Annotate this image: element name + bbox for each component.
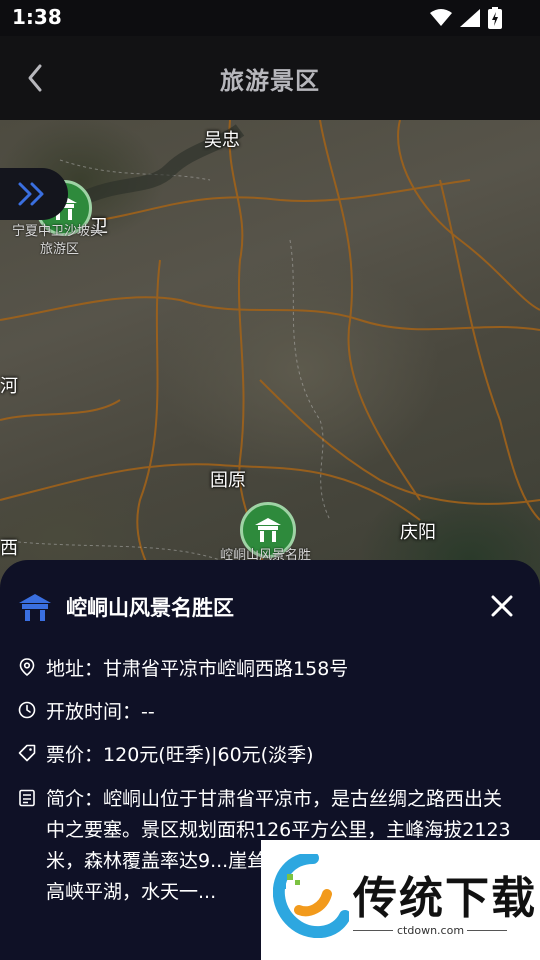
hours-label: 开放时间： [46, 701, 142, 723]
price-row: 票价：120元(旺季)|60元(淡季) [18, 740, 314, 767]
location-pin-icon [19, 658, 35, 676]
clock-icon [18, 701, 36, 719]
status-time: 1:38 [12, 5, 62, 29]
watermark: 传统下载 ctdown.com [261, 840, 540, 960]
price-label: 票价： [46, 744, 104, 766]
document-icon [19, 789, 35, 807]
battery-icon [488, 7, 502, 29]
expand-list-button[interactable] [0, 168, 68, 220]
watermark-text: 传统下载 [353, 873, 537, 924]
poi-label-shapotou-line1: 宁夏中卫沙坡头 [12, 224, 104, 239]
close-button[interactable] [490, 594, 514, 618]
watermark-divider [467, 930, 507, 931]
map-label-guyuan: 固原 [210, 470, 246, 491]
watermark-divider [353, 930, 393, 931]
scenic-title: 崆峒山风景名胜区 [66, 596, 234, 620]
map-view[interactable]: 吴忠 固原 庆阳 河 西 卫 宁夏中卫沙坡头 旅游区 崆峒山风景名胜 [0, 120, 540, 590]
map-label-he: 河 [0, 376, 18, 397]
map-label-qingyang: 庆阳 [400, 522, 436, 543]
status-bar: 1:38 [0, 0, 540, 36]
price-value: 120元(旺季)|60元(淡季) [103, 744, 314, 766]
double-chevron-right-icon [18, 182, 44, 206]
watermark-url: ctdown.com [397, 924, 465, 937]
price-tag-icon [18, 744, 36, 762]
address-value: 甘肃省平凉市崆峒西路158号 [103, 658, 349, 680]
app-bar: 旅游景区 [0, 36, 540, 120]
scenic-spot-icon [19, 594, 51, 621]
map-label-wuzhong: 吴忠 [204, 130, 240, 151]
map-label-xi: 西 [0, 538, 18, 559]
signal-icon [460, 9, 480, 27]
page-title: 旅游景区 [220, 67, 320, 95]
intro-label: 简介： [46, 788, 104, 810]
pavilion-icon [255, 518, 281, 542]
poi-label-shapotou-line2: 旅游区 [40, 242, 80, 257]
address-row: 地址：甘肃省平凉市崆峒西路158号 [18, 654, 348, 681]
wifi-icon [430, 9, 452, 26]
watermark-logo-icon [273, 854, 349, 938]
hours-row: 开放时间：-- [18, 697, 155, 724]
sheet-header: 崆峒山风景名胜区 [18, 592, 234, 622]
status-icons [430, 7, 502, 29]
hours-value: -- [141, 701, 155, 723]
close-icon [491, 595, 513, 617]
address-label: 地址： [46, 658, 104, 680]
